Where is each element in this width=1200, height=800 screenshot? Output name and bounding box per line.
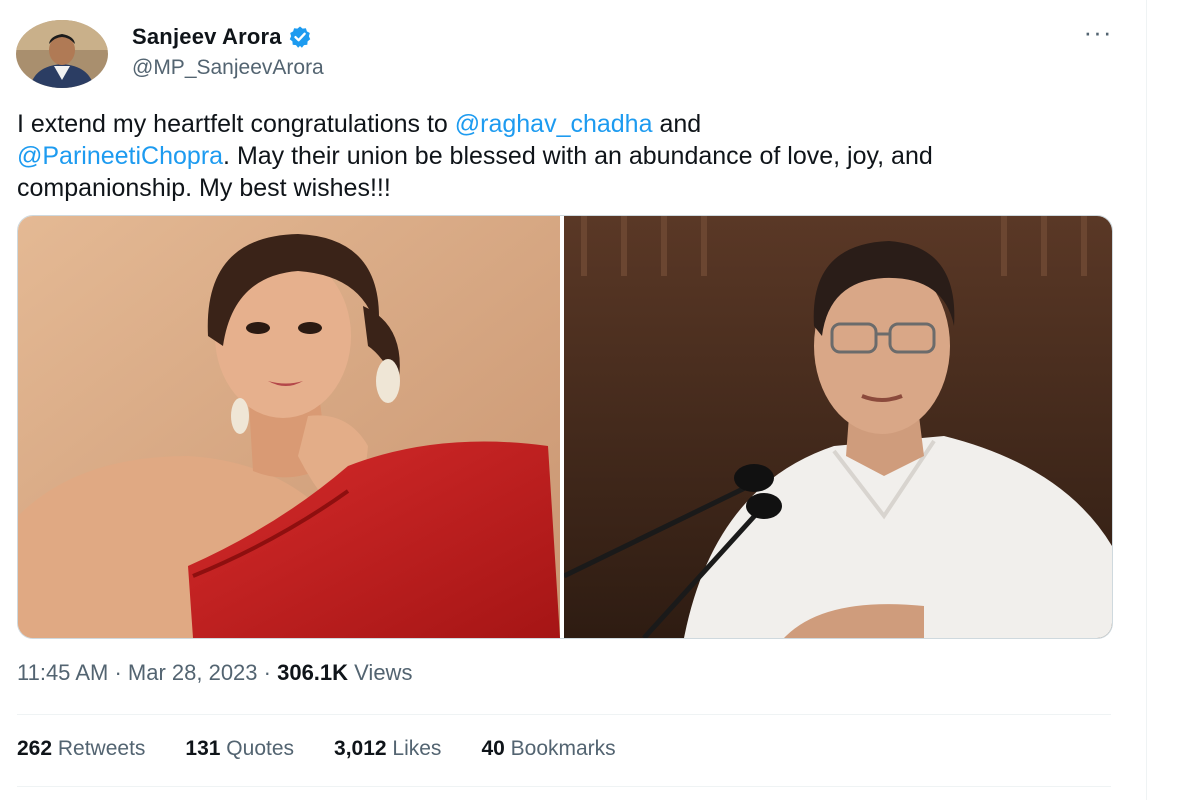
bookmarks-count: 40 <box>481 737 505 760</box>
tweet-date[interactable]: Mar 28, 2023 <box>128 660 258 686</box>
retweets-label: Retweets <box>52 737 146 760</box>
meta-separator: · <box>108 660 128 685</box>
quotes-stat[interactable]: 131 Quotes <box>185 737 294 761</box>
author-handle[interactable]: @MP_SanjeevArora <box>132 56 324 80</box>
media-photo-man-speaking[interactable] <box>564 216 1112 638</box>
verified-badge-icon <box>288 25 312 49</box>
likes-label: Likes <box>386 737 442 760</box>
tweet-stats: 262 Retweets 131 Quotes 3,012 Likes 40 B… <box>17 737 616 761</box>
quotes-count: 131 <box>185 737 221 760</box>
likes-count: 3,012 <box>334 737 387 760</box>
likes-stat[interactable]: 3,012 Likes <box>334 737 441 761</box>
tweet-meta: 11:45 AM · Mar 28, 2023 · 306.1K Views <box>17 660 412 686</box>
views-count: 306.1K <box>277 660 349 685</box>
more-options-icon[interactable]: ··· <box>1078 19 1118 52</box>
avatar[interactable] <box>16 20 108 88</box>
tweet-text-part1: I extend my heartfelt congratulations to <box>17 110 455 138</box>
media-photo-woman-red-dress[interactable] <box>18 216 560 638</box>
tweet-text-part2: and <box>652 110 702 138</box>
mention-parineeti-chopra[interactable]: @ParineetiChopra <box>17 142 223 170</box>
retweets-count: 262 <box>17 737 53 760</box>
tweet-text: I extend my heartfelt congratulations to… <box>17 108 1107 204</box>
column-divider <box>1146 0 1147 800</box>
quotes-label: Quotes <box>220 737 295 760</box>
tweet-time[interactable]: 11:45 AM <box>17 660 108 686</box>
divider <box>17 714 1111 715</box>
retweets-stat[interactable]: 262 Retweets <box>17 737 145 761</box>
divider-bottom <box>17 786 1111 787</box>
tweet-media[interactable] <box>17 215 1113 639</box>
mention-raghav-chadha[interactable]: @raghav_chadha <box>455 110 653 138</box>
views-label: Views <box>348 660 413 685</box>
display-name-text[interactable]: Sanjeev Arora <box>132 24 282 50</box>
meta-separator-2: · <box>257 660 278 685</box>
bookmarks-stat[interactable]: 40 Bookmarks <box>481 737 615 761</box>
bookmarks-label: Bookmarks <box>504 737 616 760</box>
display-name[interactable]: Sanjeev Arora <box>132 24 312 50</box>
